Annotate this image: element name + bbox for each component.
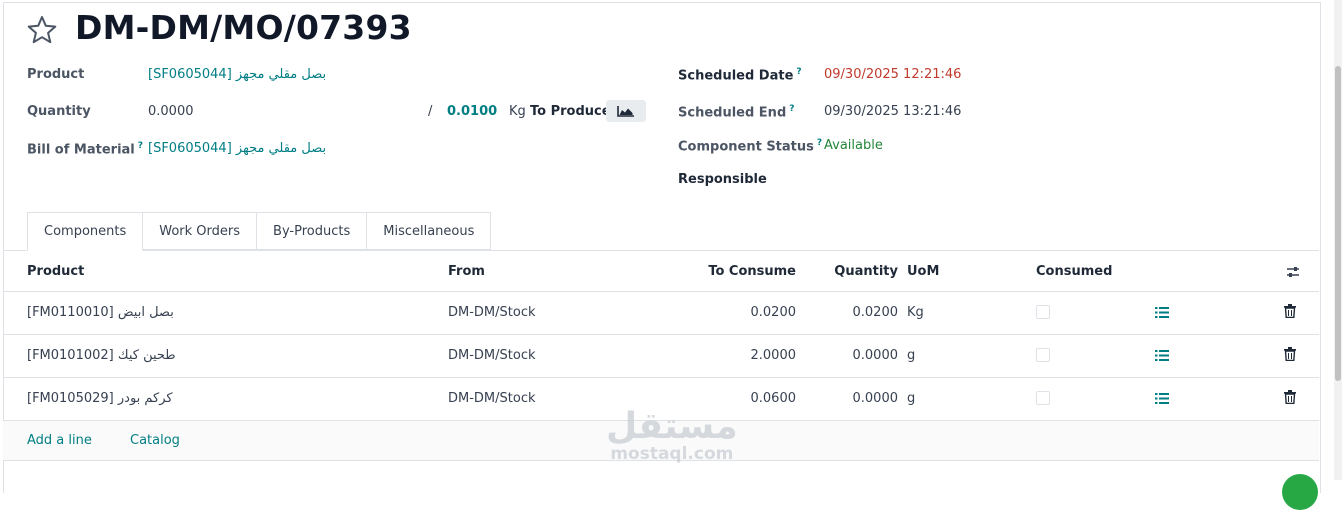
row-product[interactable]: [FM0101002] طحين كيك <box>27 348 176 363</box>
help-icon[interactable]: ? <box>138 141 143 151</box>
product-label: Product <box>27 67 85 82</box>
col-quantity[interactable]: Quantity <box>823 264 898 279</box>
tab-miscellaneous[interactable]: Miscellaneous <box>367 212 492 250</box>
list-details-icon[interactable] <box>1155 306 1169 319</box>
page-title: DM-DM/MO/07393 <box>75 8 412 47</box>
row-from[interactable]: DM-DM/Stock <box>448 305 536 320</box>
help-icon[interactable]: ? <box>817 138 822 148</box>
row-uom: Kg <box>907 305 924 320</box>
add-a-line-link[interactable]: Add a line <box>27 433 92 448</box>
product-value[interactable]: [SF0605044] بصل مقلي مجهز <box>148 67 326 82</box>
help-icon[interactable]: ? <box>796 67 801 77</box>
row-uom: g <box>907 391 916 406</box>
quantity-input[interactable]: 0.0000 <box>148 104 194 119</box>
chat-button[interactable] <box>1282 474 1318 510</box>
tab-components[interactable]: Components <box>27 212 144 251</box>
trash-icon[interactable] <box>1284 347 1296 361</box>
area-chart-icon <box>617 106 634 117</box>
mostaql-watermark: مستقل mostaql.com <box>606 406 738 464</box>
row-product[interactable]: [FM0110010] بصل ابيض <box>27 305 174 320</box>
row-to-consume[interactable]: 0.0200 <box>693 305 797 320</box>
watermark-arabic: مستقل <box>606 406 738 447</box>
col-uom[interactable]: UoM <box>907 264 939 279</box>
bom-value[interactable]: [SF0605044] بصل مقلي مجهز <box>148 141 326 156</box>
consumed-checkbox[interactable] <box>1036 348 1050 362</box>
trash-icon[interactable] <box>1284 390 1296 404</box>
row-to-consume[interactable]: 2.0000 <box>693 348 797 363</box>
row-uom: g <box>907 348 916 363</box>
row-from[interactable]: DM-DM/Stock <box>448 391 536 406</box>
quantity-separator: / <box>428 104 433 119</box>
row-quantity[interactable]: 0.0000 <box>823 391 899 406</box>
component-status-label: Component Status? <box>678 138 823 155</box>
list-details-icon[interactable] <box>1155 392 1169 405</box>
components-table-header: Product From To Consume Quantity UoM Con… <box>3 251 1319 292</box>
col-from[interactable]: From <box>448 264 485 279</box>
row-product[interactable]: [FM0105029] كركم بودر <box>27 391 173 406</box>
row-from[interactable]: DM-DM/Stock <box>448 348 536 363</box>
watermark-latin: mostaql.com <box>610 444 734 464</box>
notebook-tabs: Components Work Orders By-Products Misce… <box>27 212 492 251</box>
scrollbar-thumb[interactable] <box>1335 66 1341 381</box>
consumed-checkbox[interactable] <box>1036 305 1050 319</box>
list-details-icon[interactable] <box>1155 349 1169 362</box>
bom-label: Bill of Material? <box>27 141 143 158</box>
trash-icon[interactable] <box>1284 304 1296 318</box>
scheduled-end-value[interactable]: 09/30/2025 13:21:46 <box>824 104 961 119</box>
to-produce-label: To Produce <box>530 104 611 119</box>
optional-columns-icon[interactable] <box>1285 264 1301 280</box>
star-icon[interactable] <box>26 14 58 46</box>
table-row[interactable]: [FM0110010] بصل ابيض DM-DM/Stock 0.0200 … <box>3 292 1319 335</box>
quantity-label: Quantity <box>27 104 91 119</box>
responsible-label: Responsible <box>678 172 767 187</box>
help-icon[interactable]: ? <box>789 104 794 114</box>
quantity-target[interactable]: 0.0100 <box>447 104 497 119</box>
row-to-consume[interactable]: 0.0600 <box>693 391 797 406</box>
row-quantity[interactable]: 0.0200 <box>823 305 899 320</box>
row-quantity[interactable]: 0.0000 <box>823 348 899 363</box>
forecast-chart-button[interactable] <box>606 100 646 122</box>
scheduled-date-label: Scheduled Date? <box>678 67 802 84</box>
tab-by-products[interactable]: By-Products <box>257 212 368 250</box>
quantity-uom: Kg <box>509 104 526 119</box>
catalog-link[interactable]: Catalog <box>130 433 180 448</box>
component-status-value: Available <box>824 138 883 153</box>
tab-work-orders[interactable]: Work Orders <box>143 212 258 250</box>
col-consumed[interactable]: Consumed <box>1036 264 1112 279</box>
col-to-consume[interactable]: To Consume <box>693 264 796 279</box>
scheduled-end-label: Scheduled End? <box>678 104 795 121</box>
consumed-checkbox[interactable] <box>1036 391 1050 405</box>
table-row[interactable]: [FM0101002] طحين كيك DM-DM/Stock 2.0000 … <box>3 335 1319 378</box>
scheduled-date-value[interactable]: 09/30/2025 12:21:46 <box>824 67 961 82</box>
col-product[interactable]: Product <box>27 264 84 279</box>
